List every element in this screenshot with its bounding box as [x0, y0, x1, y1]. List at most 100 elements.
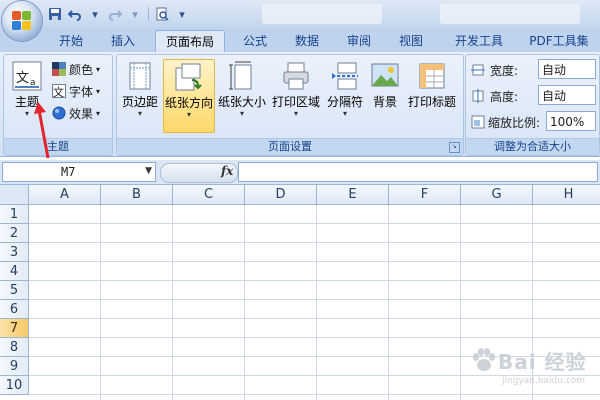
watermark-main: Bai 经验: [498, 350, 587, 374]
redo-dropdown-icon[interactable]: ▾: [126, 5, 144, 23]
scale-input[interactable]: 100%: [546, 111, 596, 131]
colors-icon: [52, 62, 66, 76]
column-header-c[interactable]: C: [173, 185, 245, 205]
tab-view[interactable]: 视图: [388, 30, 434, 52]
save-icon[interactable]: [46, 5, 64, 23]
margins-button[interactable]: 页边距 ▾: [120, 59, 160, 131]
breaks-label: 分隔符: [326, 95, 363, 109]
row-header-1[interactable]: 1: [0, 205, 29, 224]
column-header-a[interactable]: A: [29, 185, 101, 205]
grid-line: [29, 242, 600, 243]
print-titles-icon: [417, 61, 447, 91]
orientation-label: 纸张方向: [164, 96, 213, 110]
grid-line: [460, 205, 461, 400]
taskbar-tab-1: [262, 4, 382, 24]
quick-access-toolbar: ▾ ▾ ▾: [46, 4, 191, 24]
name-box-dropdown-icon[interactable]: ▼: [145, 166, 152, 176]
customize-dropdown-icon[interactable]: ▾: [173, 5, 191, 23]
fonts-icon: 文: [52, 84, 66, 99]
formula-controls: fx: [160, 163, 238, 183]
print-area-label: 打印区域: [271, 95, 320, 109]
tab-review[interactable]: 审阅: [336, 30, 382, 52]
fx-icon[interactable]: fx: [221, 164, 233, 178]
grid-line: [244, 205, 245, 400]
height-icon: [471, 89, 485, 103]
width-select[interactable]: 自动: [538, 59, 596, 79]
print-titles-label: 打印标题: [407, 95, 456, 109]
office-logo-icon: [12, 11, 32, 31]
column-header-g[interactable]: G: [461, 185, 533, 205]
page-setup-group-label: 页面设置: [117, 138, 463, 155]
scale-label: 缩放比例:: [488, 116, 541, 130]
grid-line: [29, 318, 600, 319]
row-header-3[interactable]: 3: [0, 243, 29, 262]
scale-icon: [471, 115, 485, 129]
row-header-9[interactable]: 9: [0, 357, 29, 376]
grid-line: [29, 223, 600, 224]
watermark-url: jingyan.baidu.com: [502, 376, 586, 386]
column-header-h[interactable]: H: [533, 185, 600, 205]
height-select[interactable]: 自动: [538, 85, 596, 105]
colors-label: 颜色: [69, 62, 94, 77]
scale-to-fit-group: 宽度: 自动 高度: 自动 缩放比例: 100% 调整为合适大小: [465, 54, 600, 156]
row-header-6[interactable]: 6: [0, 300, 29, 319]
effects-label: 效果: [69, 106, 94, 121]
tab-formulas[interactable]: 公式: [232, 30, 278, 52]
tab-data[interactable]: 数据: [284, 30, 330, 52]
paw-logo-icon: [473, 348, 495, 371]
orientation-icon: [174, 62, 204, 92]
column-header-f[interactable]: F: [389, 185, 461, 205]
page-setup-dialog-launcher-icon[interactable]: ↘: [449, 142, 460, 153]
office-button[interactable]: [2, 1, 42, 41]
theme-icon: 文 a: [12, 61, 42, 91]
page-setup-group: 页边距 ▾ 纸张方向 ▾ 纸张大小 ▾ 打印区域 ▾ 分隔符 ▾ 背景 打印标题…: [116, 54, 464, 156]
grid-line: [316, 205, 317, 400]
row-header-4[interactable]: 4: [0, 262, 29, 281]
size-button[interactable]: 纸张大小 ▾: [217, 59, 267, 131]
undo-icon[interactable]: [66, 5, 84, 23]
tab-page-layout[interactable]: 页面布局: [155, 30, 225, 53]
width-label: 宽度:: [490, 64, 519, 78]
print-titles-button[interactable]: 打印标题: [405, 59, 459, 131]
size-label: 纸张大小: [217, 95, 266, 109]
grid-line: [29, 261, 600, 262]
ribbon-tab-bar: 开始 插入 页面布局 公式 数据 审阅 视图 开发工具 PDF工具集: [0, 28, 600, 53]
row-header-7[interactable]: 7: [0, 319, 29, 338]
grid-line: [172, 205, 173, 400]
fonts-button[interactable]: 文 字体 ▾: [52, 81, 100, 101]
print-preview-icon[interactable]: [153, 5, 171, 23]
formula-bar: M7 ▼ fx: [0, 160, 600, 185]
select-all-corner[interactable]: [0, 185, 29, 205]
row-header-2[interactable]: 2: [0, 224, 29, 243]
column-header-d[interactable]: D: [245, 185, 317, 205]
background-button[interactable]: 背景: [367, 59, 403, 131]
tab-insert[interactable]: 插入: [100, 30, 146, 52]
undo-dropdown-icon[interactable]: ▾: [86, 5, 104, 23]
svg-text:文: 文: [16, 71, 29, 86]
redo-icon[interactable]: [106, 5, 124, 23]
taskbar-tab-2: [440, 4, 580, 24]
tab-developer[interactable]: 开发工具: [446, 30, 512, 52]
orientation-button[interactable]: 纸张方向 ▾: [163, 59, 215, 133]
breaks-button[interactable]: 分隔符 ▾: [323, 59, 367, 131]
grid-line: [29, 299, 600, 300]
formula-input[interactable]: [238, 162, 598, 182]
grid-line: [29, 280, 600, 281]
row-header-10[interactable]: 10: [0, 376, 29, 395]
tab-home[interactable]: 开始: [48, 30, 94, 52]
row-header-8[interactable]: 8: [0, 338, 29, 357]
baidu-watermark: Bai 经验 jingyan.baidu.com: [468, 338, 598, 398]
row-header-5[interactable]: 5: [0, 281, 29, 300]
ribbon: 文 a 主题 ▾ 颜色 ▾ 文 字体 ▾ 效果 ▾ 主题 页边距 ▾ 纸张方向 …: [0, 52, 600, 157]
red-arrow-annotation: [34, 102, 50, 159]
margins-label: 页边距: [121, 95, 158, 109]
name-box[interactable]: M7 ▼: [2, 162, 156, 182]
height-label: 高度:: [490, 90, 519, 104]
fonts-label: 字体: [69, 84, 94, 99]
tab-pdf-tools[interactable]: PDF工具集: [522, 30, 596, 52]
grid-line: [388, 205, 389, 400]
column-header-b[interactable]: B: [101, 185, 173, 205]
colors-button[interactable]: 颜色 ▾: [52, 59, 100, 79]
print-area-button[interactable]: 打印区域 ▾: [270, 59, 322, 131]
column-header-e[interactable]: E: [317, 185, 389, 205]
